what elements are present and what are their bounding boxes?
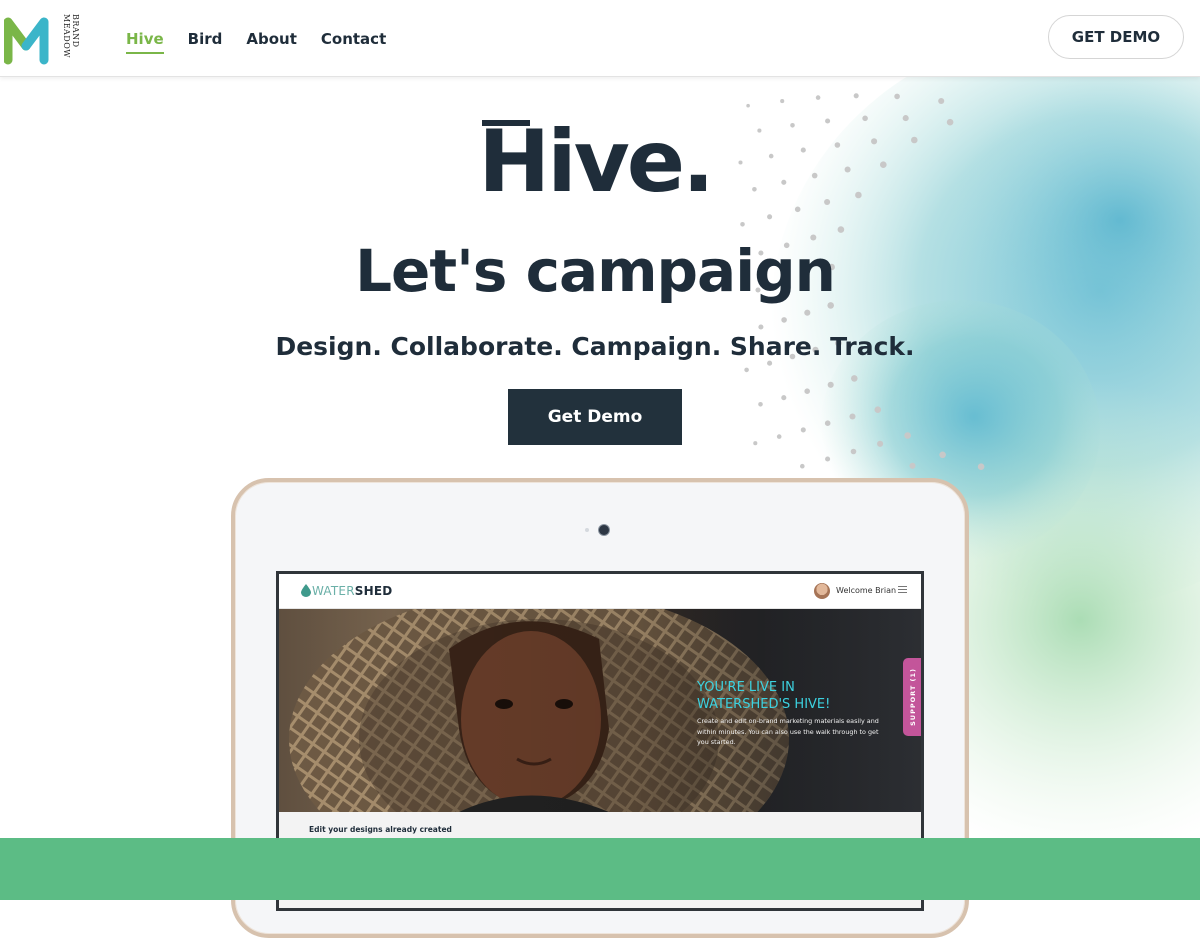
footer-band [0,838,1200,900]
hamburger-menu-icon[interactable] [898,586,907,594]
decor-dot [746,103,750,108]
nav-item-bird[interactable]: Bird [188,30,223,54]
app-header: WATERSHED Welcome Brian [279,574,921,609]
section-label: Edit your designs already created [309,825,452,834]
decor-dot [800,463,805,469]
nav-item-contact[interactable]: Contact [321,30,386,54]
decor-dot [800,427,806,433]
decor-dot [851,375,858,382]
decor-dot [904,432,911,439]
logo-part-shed: SHED [354,584,393,598]
m-letter-logo-icon [4,17,49,65]
decor-dot [804,309,811,316]
decor-dot [977,463,985,471]
site-header: BRAND MEADOW Hive Bird About Contact GET… [0,0,1200,77]
hero-subtitle: Let's campaign [355,237,836,305]
decor-dot [849,413,856,420]
support-tab-label: SUPPORT (1) [908,668,917,726]
user-avatar[interactable] [814,583,830,599]
decor-dot [781,395,787,401]
decor-dot [825,456,831,462]
logo-word-meadow: MEADOW [62,14,71,59]
nav-item-about[interactable]: About [246,30,297,54]
banner-body: Create and edit on-brand marketing mater… [697,717,879,746]
decor-dot [780,99,785,104]
decor-dot [877,440,884,447]
banner-title: YOU'RE LIVE IN WATERSHED'S HIVE! [697,679,897,713]
get-demo-hero-button[interactable]: Get Demo [508,389,682,445]
decor-dot [758,324,764,330]
decor-dot [740,222,745,227]
main-nav: Hive Bird About Contact [126,30,386,54]
hero-tagline: Design. Collaborate. Campaign. Share. Tr… [275,332,915,361]
title-overbar [482,120,530,126]
decor-dot [837,226,845,233]
decor-dot [824,420,831,427]
banner-photo: YOU'RE LIVE IN WATERSHED'S HIVE! Create … [279,609,921,812]
support-tab[interactable]: SUPPORT (1) [903,658,921,736]
decor-dot [827,381,834,388]
decor-dot [874,406,882,414]
decor-dot [909,462,916,469]
water-drop-icon [301,584,311,597]
decor-dot [776,434,782,439]
tablet-sensor [585,528,589,532]
get-demo-header-button[interactable]: GET DEMO [1048,15,1184,59]
watershed-logo[interactable]: WATERSHED [312,584,392,598]
decor-dot [938,97,945,105]
welcome-text: Welcome Brian [836,586,897,595]
nav-item-hive[interactable]: Hive [126,30,164,54]
logo-word-brand: BRAND [71,14,80,48]
decor-dot [753,441,758,446]
tablet-camera-icon [599,525,609,535]
logo-part-water: WATER [312,584,355,598]
decor-dot [767,214,773,220]
decor-dot [939,451,946,459]
logo-wordmark: BRAND MEADOW [58,14,80,68]
decor-dot [744,367,749,373]
decor-dot [850,448,857,455]
decor-dot [758,402,763,407]
brand-logo[interactable]: BRAND MEADOW [4,12,80,68]
decor-dot [781,317,787,323]
decor-dot [894,93,900,100]
banner-title-line2: WATERSHED'S HIVE! [697,697,831,712]
hero-title: Hive. [0,112,1190,212]
decor-dot [853,93,859,99]
hero-title-text: Hive. [478,112,715,212]
decor-dot [804,388,810,395]
decor-dot [815,95,821,100]
banner-title-line1: YOU'RE LIVE IN [697,680,795,695]
